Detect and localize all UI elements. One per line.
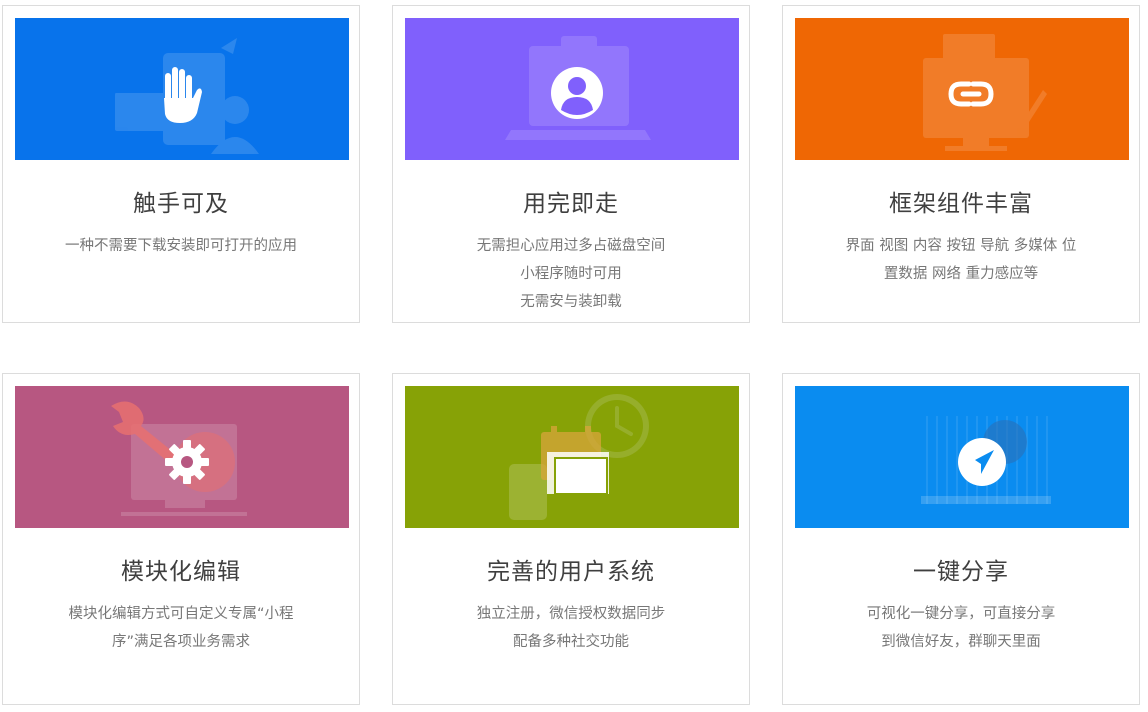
feature-banner bbox=[795, 386, 1129, 528]
feature-banner bbox=[405, 18, 739, 160]
feature-banner bbox=[405, 386, 739, 528]
feature-title: 一键分享 bbox=[913, 559, 1009, 585]
feature-banner bbox=[15, 386, 349, 528]
hand-icon bbox=[115, 38, 259, 154]
feature-card-user-system: 完善的用户系统 独立注册，微信授权数据同步 配备多种社交功能 bbox=[392, 373, 750, 705]
feature-card-modular-editing: 模块化编辑 模块化编辑方式可自定义专属“小程 序”满足各项业务需求 bbox=[2, 373, 360, 705]
feature-title: 模块化编辑 bbox=[121, 559, 241, 585]
feature-description: 可视化一键分享，可直接分享 到微信好友，群聊天里面 bbox=[866, 606, 1056, 650]
feature-title: 完善的用户系统 bbox=[487, 559, 655, 585]
navigation-arrow-icon bbox=[921, 416, 1051, 504]
feature-banner bbox=[15, 18, 349, 160]
feature-card-reachable: 触手可及 一种不需要下载安装即可打开的应用 bbox=[2, 5, 360, 323]
feature-description: 模块化编辑方式可自定义专属“小程 序”满足各项业务需求 bbox=[68, 606, 294, 650]
feature-title: 框架组件丰富 bbox=[889, 191, 1033, 217]
feature-grid: 触手可及 一种不需要下载安装即可打开的应用 用完即走 无需担心应用过多占磁盘空间… bbox=[0, 0, 1148, 712]
feature-description: 无需担心应用过多占磁盘空间 小程序随时可用 无需安与装卸载 bbox=[476, 238, 666, 310]
user-icon bbox=[505, 36, 651, 140]
link-icon bbox=[923, 34, 1047, 151]
feature-description: 一种不需要下载安装即可打开的应用 bbox=[65, 238, 297, 254]
feature-card-one-click-share: 一键分享 可视化一键分享，可直接分享 到微信好友，群聊天里面 bbox=[782, 373, 1140, 705]
feature-title: 用完即走 bbox=[523, 191, 619, 217]
feature-card-use-and-go: 用完即走 无需担心应用过多占磁盘空间 小程序随时可用 无需安与装卸载 bbox=[392, 5, 750, 323]
feature-description: 界面 视图 内容 按钮 导航 多媒体 位 置数据 网络 重力感应等 bbox=[845, 238, 1077, 282]
gear-icon bbox=[111, 401, 247, 516]
feature-banner bbox=[795, 18, 1129, 160]
feature-description: 独立注册，微信授权数据同步 配备多种社交功能 bbox=[476, 606, 666, 650]
feature-title: 触手可及 bbox=[133, 191, 229, 217]
feature-card-rich-components: 框架组件丰富 界面 视图 内容 按钮 导航 多媒体 位 置数据 网络 重力感应等 bbox=[782, 5, 1140, 323]
windows-icon bbox=[509, 394, 649, 520]
